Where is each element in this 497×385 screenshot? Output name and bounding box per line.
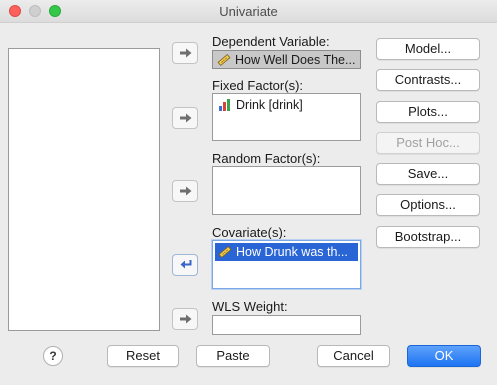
arrow-right-icon bbox=[180, 113, 192, 123]
move-from-covariate-button[interactable] bbox=[172, 254, 198, 276]
plots-button[interactable]: Plots... bbox=[376, 101, 480, 123]
scale-ruler-icon bbox=[217, 53, 231, 66]
dependent-variable-value: How Well Does The... bbox=[235, 52, 356, 67]
arrow-right-icon bbox=[180, 48, 192, 58]
nominal-bar-icon bbox=[219, 99, 230, 111]
covariate-label: Covariate(s): bbox=[212, 225, 287, 240]
dependent-variable-field[interactable]: How Well Does The... bbox=[212, 50, 361, 69]
ok-button[interactable]: OK bbox=[407, 345, 481, 367]
model-button[interactable]: Model... bbox=[376, 38, 480, 60]
univariate-dialog: Univariate Dependent Variable: How Well … bbox=[0, 0, 497, 385]
source-variable-list[interactable] bbox=[8, 48, 160, 331]
move-to-random-factor-button[interactable] bbox=[172, 180, 198, 202]
wls-weight-field[interactable] bbox=[212, 315, 361, 335]
options-button[interactable]: Options... bbox=[376, 194, 480, 216]
dependent-variable-label: Dependent Variable: bbox=[212, 34, 330, 49]
scale-ruler-icon bbox=[218, 246, 232, 258]
title-bar[interactable]: Univariate bbox=[0, 0, 497, 23]
fixed-factor-item-label: Drink [drink] bbox=[236, 98, 303, 112]
move-to-fixed-factor-button[interactable] bbox=[172, 107, 198, 129]
cancel-button[interactable]: Cancel bbox=[317, 345, 390, 367]
fixed-factor-label: Fixed Factor(s): bbox=[212, 78, 304, 93]
arrow-right-icon bbox=[180, 186, 192, 196]
list-item[interactable]: Drink [drink] bbox=[215, 96, 358, 114]
reset-button[interactable]: Reset bbox=[107, 345, 179, 367]
covariate-list[interactable]: How Drunk was th... bbox=[212, 240, 361, 289]
fixed-factor-list[interactable]: Drink [drink] bbox=[212, 93, 361, 141]
bootstrap-button[interactable]: Bootstrap... bbox=[376, 226, 480, 248]
post-hoc-button: Post Hoc... bbox=[376, 132, 480, 154]
save-button[interactable]: Save... bbox=[376, 163, 480, 185]
window-title: Univariate bbox=[219, 4, 278, 19]
wls-weight-label: WLS Weight: bbox=[212, 299, 288, 314]
move-to-dependent-button[interactable] bbox=[172, 42, 198, 64]
random-factor-list[interactable] bbox=[212, 166, 361, 215]
list-item[interactable]: How Drunk was th... bbox=[215, 243, 358, 261]
covariate-item-label: How Drunk was th... bbox=[236, 245, 348, 259]
arrow-return-left-icon bbox=[180, 260, 192, 269]
help-button[interactable]: ? bbox=[43, 346, 63, 366]
paste-button[interactable]: Paste bbox=[196, 345, 270, 367]
random-factor-label: Random Factor(s): bbox=[212, 151, 321, 166]
contrasts-button[interactable]: Contrasts... bbox=[376, 69, 480, 91]
move-to-wls-weight-button[interactable] bbox=[172, 308, 198, 330]
arrow-right-icon bbox=[180, 314, 192, 324]
